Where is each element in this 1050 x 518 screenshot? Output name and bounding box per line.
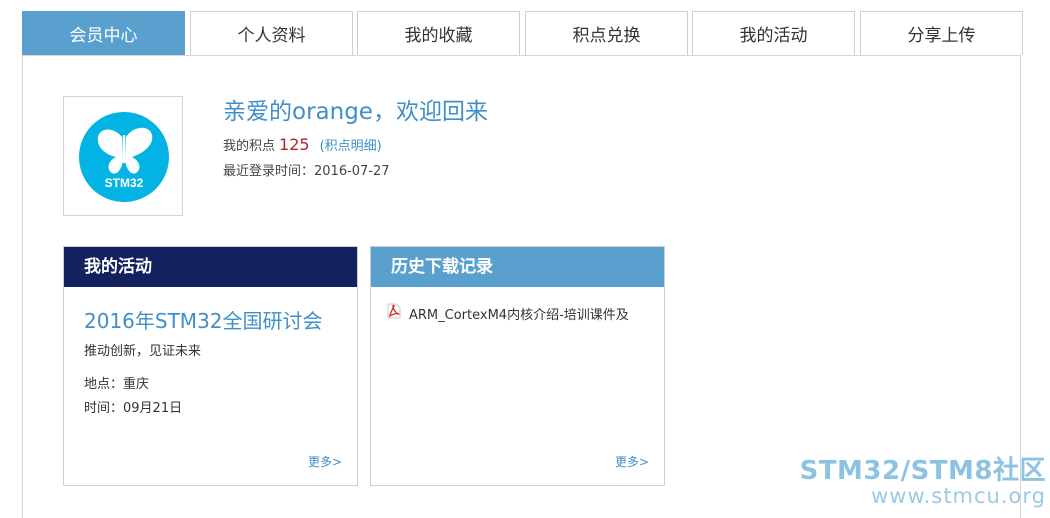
- tab-favorites[interactable]: 我的收藏: [357, 11, 520, 55]
- event-place: 地点：重庆: [84, 377, 150, 392]
- event-slogan: 推动创新，见证未来: [84, 344, 202, 359]
- last-login-time: 最近登录时间：2016-07-27: [223, 164, 390, 179]
- my-activities-card: 我的活动 2016年STM32全国研讨会 推动创新，见证未来 地点：重庆 时间：…: [63, 246, 358, 486]
- event-title-link[interactable]: 2016年STM32全国研讨会: [84, 305, 323, 334]
- welcome-heading: 亲爱的orange，欢迎回来: [223, 99, 488, 125]
- points-detail-link[interactable]: (积点明细): [320, 139, 382, 154]
- tab-share-upload[interactable]: 分享上传: [860, 11, 1023, 55]
- tab-member-center[interactable]: 会员中心: [22, 11, 185, 55]
- download-history-card: 历史下载记录 ARM_CortexM4内核介绍-培训课件及 更多>: [370, 246, 665, 486]
- history-more-link[interactable]: 更多>: [615, 453, 649, 470]
- download-history-header: 历史下载记录: [371, 247, 664, 287]
- avatar[interactable]: STM32: [63, 96, 183, 216]
- download-item-title: ARM_CortexM4内核介绍-培训课件及: [409, 307, 629, 323]
- activities-more-link[interactable]: 更多>: [308, 453, 342, 470]
- points-row: 我的积点 125 (积点明细): [223, 135, 382, 154]
- points-label: 我的积点: [223, 139, 276, 154]
- watermark-brand: STM32/STM8社区: [799, 456, 1046, 486]
- my-activities-header: 我的活动: [64, 247, 357, 287]
- watermark-url: www.stmcu.org: [871, 484, 1046, 508]
- download-item[interactable]: ARM_CortexM4内核介绍-培训课件及: [387, 303, 629, 323]
- tab-bar: 会员中心 个人资料 我的收藏 积点兑换 我的活动 分享上传: [22, 11, 1023, 55]
- avatar-label: STM32: [105, 176, 144, 190]
- tab-points-exchange[interactable]: 积点兑换: [525, 11, 688, 55]
- pdf-icon: [387, 303, 401, 323]
- tab-profile[interactable]: 个人资料: [190, 11, 353, 55]
- stm32-butterfly-logo: STM32: [79, 112, 169, 202]
- site-watermark: STM32/STM8社区 www.stmcu.org: [800, 458, 1046, 507]
- event-time: 时间：09月21日: [84, 401, 183, 416]
- tab-my-activities[interactable]: 我的活动: [692, 11, 855, 55]
- points-value: 125: [279, 135, 310, 154]
